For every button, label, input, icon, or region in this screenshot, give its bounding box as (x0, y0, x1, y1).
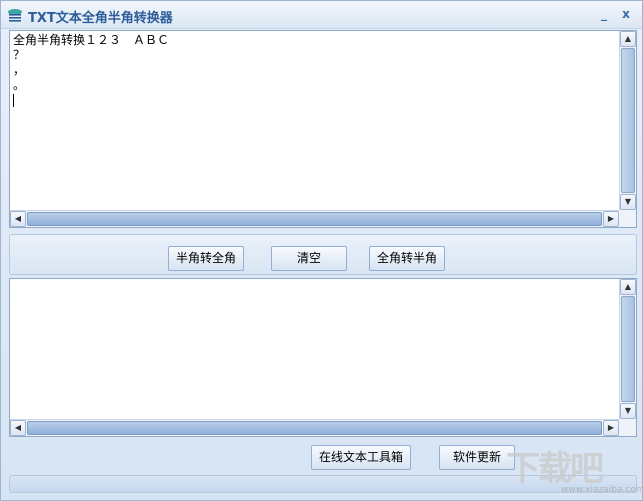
input-line: ， (13, 63, 26, 77)
arrow-left-icon[interactable]: ◀ (10, 211, 26, 227)
arrow-right-icon[interactable]: ▶ (603, 211, 619, 227)
arrow-up-icon[interactable]: ▲ (620, 279, 636, 295)
scroll-corner (619, 210, 636, 227)
text-caret (13, 94, 14, 107)
input-vertical-scrollbar[interactable]: ▲ ▼ (619, 31, 636, 210)
arrow-up-icon[interactable]: ▲ (620, 31, 636, 47)
input-text-area[interactable]: 全角半角转换１２３ ＡＢＣ？，。 ▲ ▼ ◀ ▶ (9, 30, 637, 228)
software-update-button[interactable]: 软件更新 (439, 445, 515, 470)
output-horizontal-scroll-thumb[interactable] (27, 421, 602, 435)
app-window: TXT文本全角半角转换器 _ x 全角半角转换１２３ ＡＢＣ？，。 ▲ ▼ ◀ … (0, 0, 643, 501)
online-text-tools-button[interactable]: 在线文本工具箱 (311, 445, 411, 470)
half-to-full-button[interactable]: 半角转全角 (168, 246, 244, 271)
output-text-content[interactable] (10, 279, 619, 419)
output-vertical-scrollbar[interactable]: ▲ ▼ (619, 279, 636, 419)
full-to-half-button[interactable]: 全角转半角 (369, 246, 445, 271)
app-logo-icon (8, 9, 22, 22)
scroll-corner (619, 419, 636, 436)
arrow-left-icon[interactable]: ◀ (10, 420, 26, 436)
input-line: 。 (13, 78, 26, 92)
arrow-right-icon[interactable]: ▶ (603, 420, 619, 436)
input-line: ？ (13, 48, 26, 62)
input-vertical-scroll-thumb[interactable] (621, 48, 635, 193)
arrow-down-icon[interactable]: ▼ (620, 403, 636, 419)
conversion-toolbar: 半角转全角 清空 全角转半角 (9, 234, 637, 275)
watermark-logo: 下载吧 (506, 449, 604, 489)
input-line: 全角半角转换１２３ ＡＢＣ (13, 33, 170, 47)
arrow-down-icon[interactable]: ▼ (620, 194, 636, 210)
input-text-content[interactable]: 全角半角转换１２３ ＡＢＣ？，。 (10, 31, 619, 210)
clear-button[interactable]: 清空 (271, 246, 347, 271)
title-bar[interactable]: TXT文本全角半角转换器 _ x (1, 1, 642, 29)
output-text-area[interactable]: ▲ ▼ ◀ ▶ (9, 278, 637, 437)
output-horizontal-scrollbar[interactable]: ◀ ▶ (10, 419, 619, 436)
close-button[interactable]: x (619, 7, 633, 21)
input-horizontal-scroll-thumb[interactable] (27, 212, 602, 226)
minimize-button[interactable]: _ (597, 7, 611, 21)
input-horizontal-scrollbar[interactable]: ◀ ▶ (10, 210, 619, 227)
output-vertical-scroll-thumb[interactable] (621, 296, 635, 402)
window-title: TXT文本全角半角转换器 (28, 11, 173, 26)
watermark-url: www.xiazaiba.com (561, 485, 643, 495)
